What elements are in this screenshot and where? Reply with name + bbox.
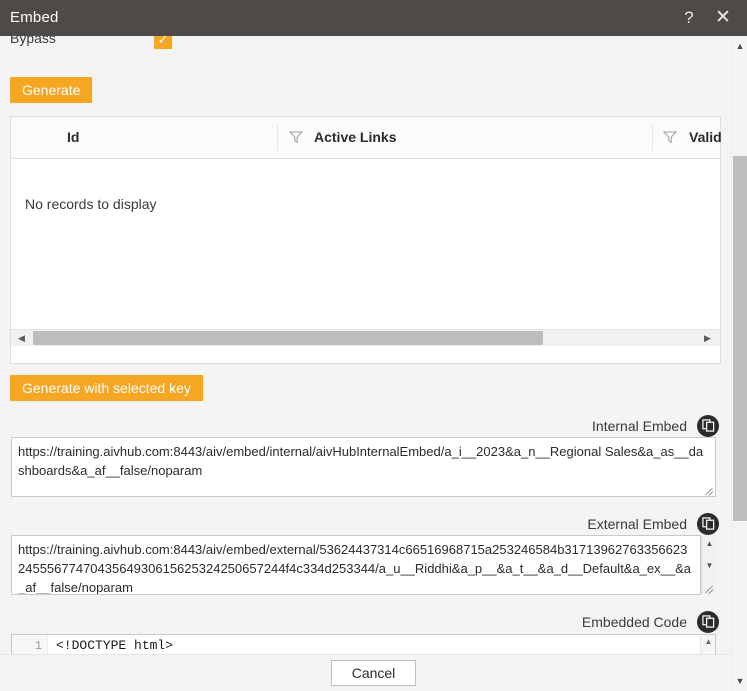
copy-icon [701,615,714,628]
filter-icon[interactable] [289,130,303,144]
internal-embed-label: Internal Embed [592,418,687,434]
cancel-button[interactable]: Cancel [331,660,416,686]
copy-external-embed-icon[interactable] [697,513,719,535]
code-gutter: 1 [12,635,48,654]
grid-empty-message: No records to display [25,196,157,212]
scroll-down-arrow-icon[interactable]: ▼ [732,673,747,689]
dialog-title: Embed [10,9,59,26]
internal-embed-textarea[interactable]: https://training.aivhub.com:8443/aiv/emb… [11,437,716,497]
generate-button[interactable]: Generate [10,77,93,103]
external-embed-textarea[interactable]: https://training.aivhub.com:8443/aiv/emb… [11,535,701,595]
copy-internal-embed-icon[interactable] [697,415,719,437]
copy-icon [701,419,714,432]
dialog-titlebar: Embed ? ✕ [0,0,747,36]
scroll-down-arrow-icon[interactable]: ▼ [702,558,717,573]
scroll-up-arrow-icon[interactable]: ▲ [701,635,715,649]
scroll-up-arrow-icon[interactable]: ▲ [732,38,747,54]
scroll-right-arrow-icon[interactable]: ▶ [699,330,716,346]
scroll-up-arrow-icon[interactable]: ▲ [702,536,717,551]
close-icon[interactable]: ✕ [711,6,735,30]
bypass-label: Bypass [10,36,56,46]
dialog-scroll-thumb[interactable] [733,156,747,521]
help-icon[interactable]: ? [677,6,701,30]
filter-icon[interactable] [663,130,677,144]
generate-with-selected-key-button[interactable]: Generate with selected key [10,375,203,401]
external-embed-label: External Embed [587,516,687,532]
dialog-vertical-scrollbar[interactable]: ▲ ▼ [731,36,747,691]
grid-horizontal-scrollbar[interactable]: ◀ ▶ [11,329,720,346]
embedded-code-scrollbar[interactable]: ▲ [700,635,715,654]
embedded-code-editor[interactable]: 1 <!DOCTYPE html> ▲ [11,634,716,654]
bypass-checkbox[interactable]: ✓ [154,36,172,49]
grid-column-divider [277,125,278,151]
grid-header: Id Active Links Valid [11,117,722,159]
grid-column-divider [652,125,653,151]
copy-embedded-code-icon[interactable] [697,611,719,633]
grid-column-valid[interactable]: Valid [689,117,722,158]
grid-column-id[interactable]: Id [67,117,79,158]
internal-embed-resize-grip[interactable] [702,483,714,495]
code-line-number: 1 [34,639,42,653]
grid-body: No records to display ◀ ▶ [11,159,720,346]
embedded-code-label: Embedded Code [581,614,687,630]
active-links-grid: Id Active Links Valid No records to disp… [10,116,722,364]
copy-icon [701,517,714,530]
scroll-left-arrow-icon[interactable]: ◀ [13,330,30,346]
bypass-row: Bypass ✓ [0,36,731,56]
dialog-footer: Cancel [0,654,747,691]
external-embed-resize-grip[interactable] [702,581,714,593]
dialog-content: Bypass ✓ Generate Id Active Links Valid [0,36,731,654]
grid-column-active-links[interactable]: Active Links [314,117,396,158]
grid-hscroll-thumb[interactable] [33,331,543,345]
code-first-line: <!DOCTYPE html> [56,638,174,653]
embed-dialog: Embed ? ✕ Bypass ✓ Generate Id Active Li… [0,0,747,691]
